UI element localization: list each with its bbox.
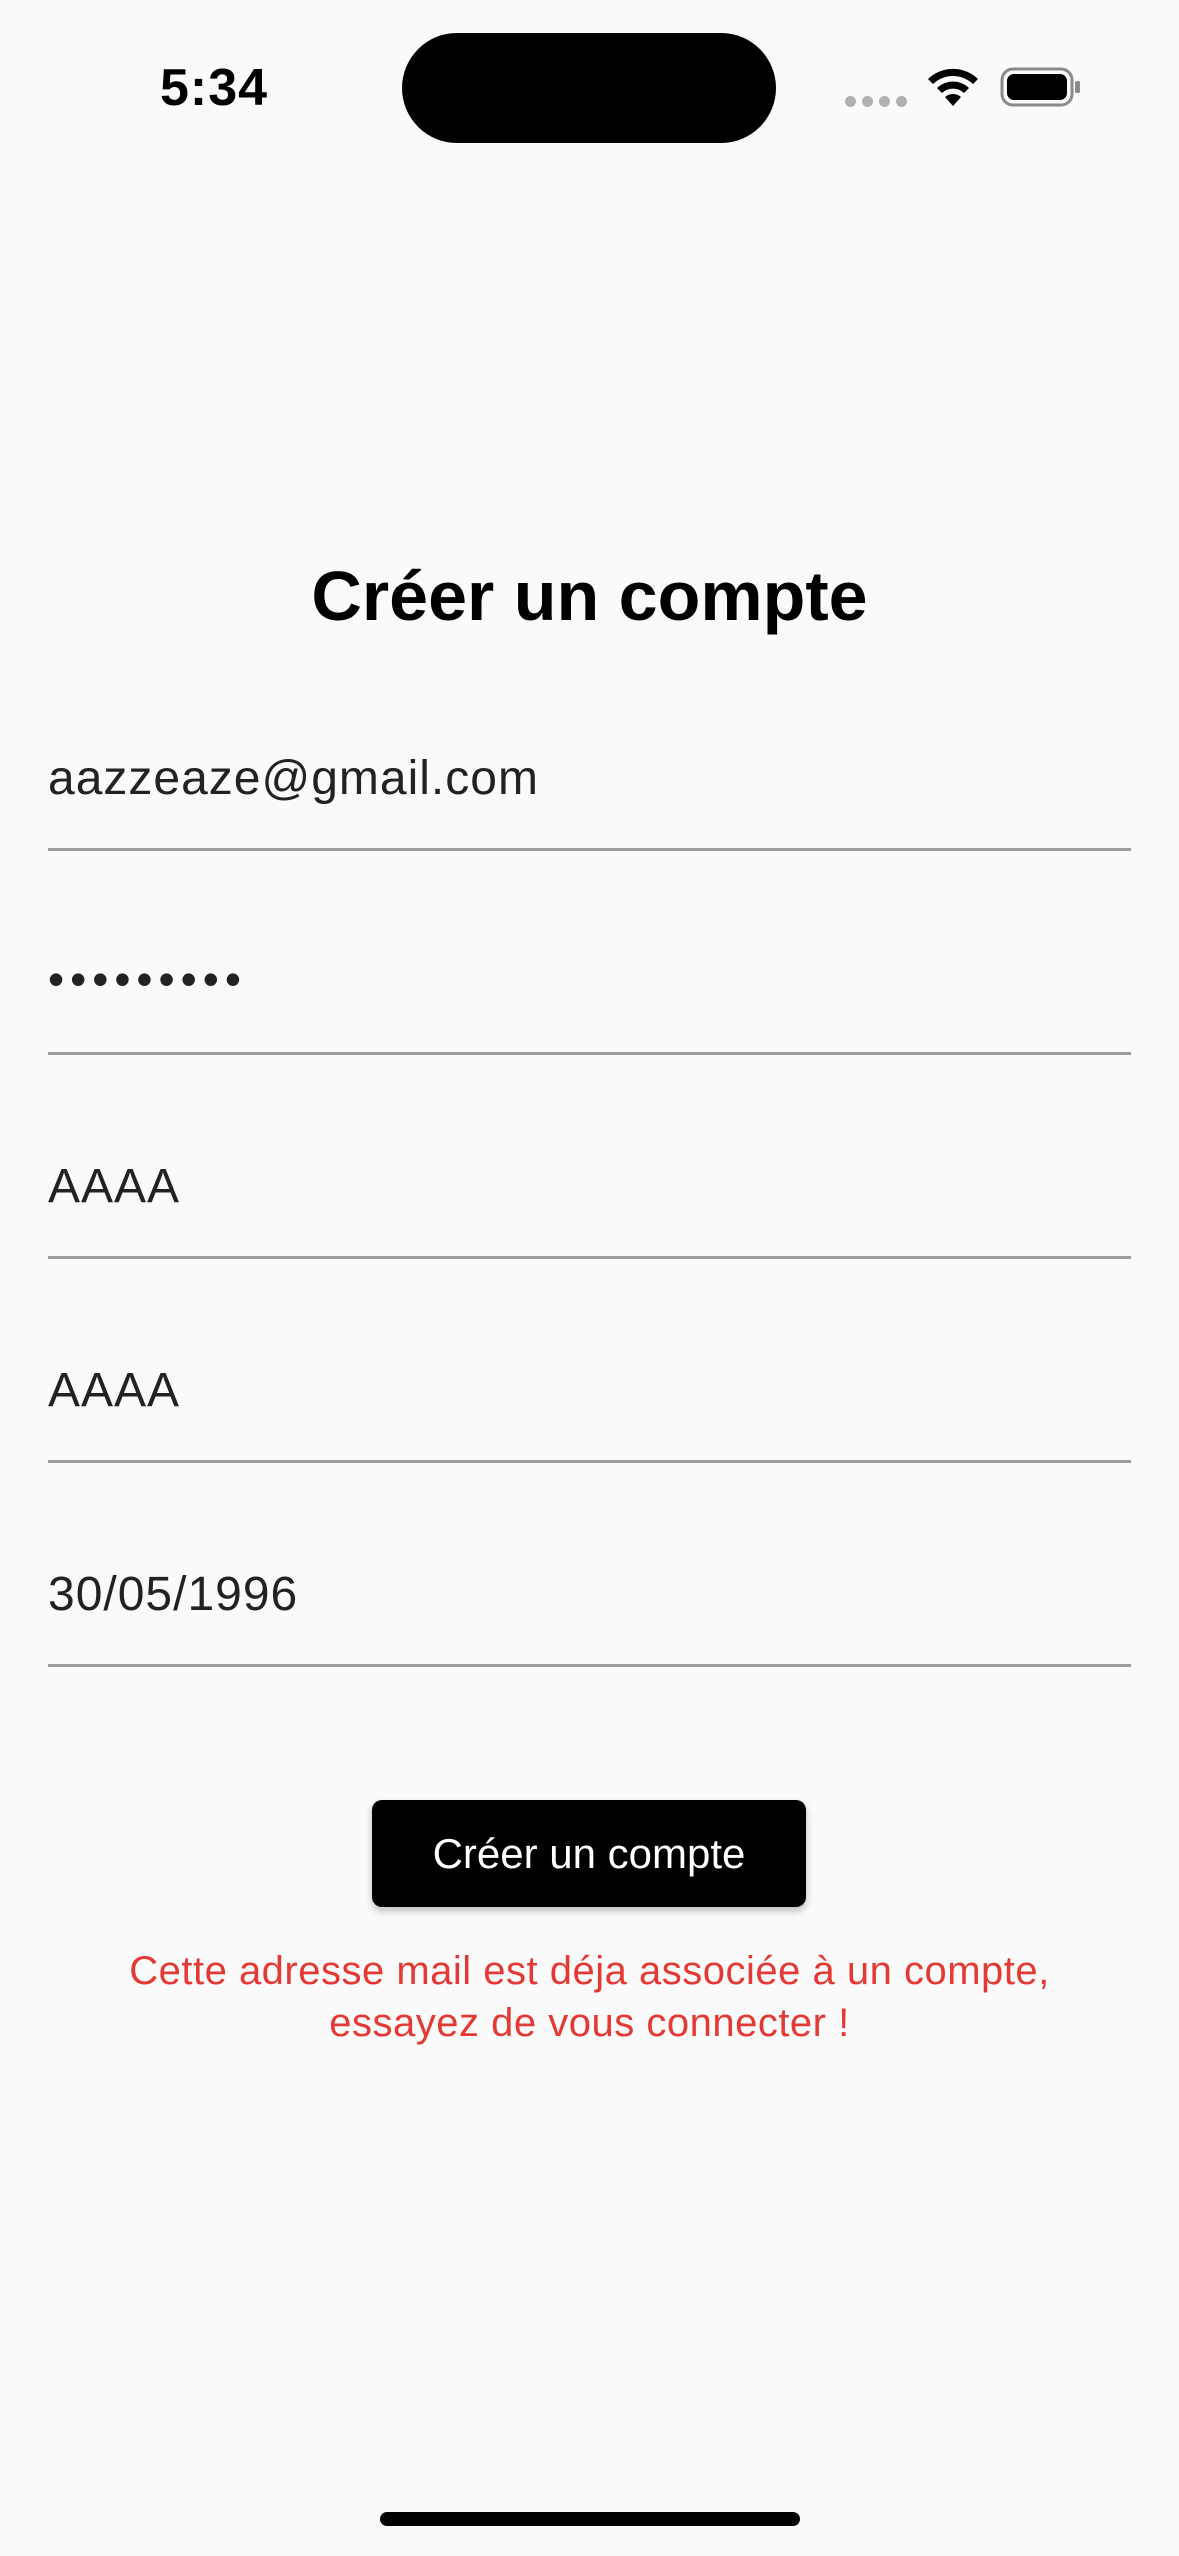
page-title: Créer un compte	[311, 557, 868, 635]
dynamic-island	[402, 33, 776, 143]
last-name-field[interactable]: AAAA	[48, 1086, 1131, 1259]
battery-icon	[1000, 67, 1080, 107]
create-account-button[interactable]: Créer un compte	[372, 1800, 806, 1907]
email-field[interactable]: aazzeaze@gmail.com	[48, 678, 1131, 851]
cellular-signal-icon	[845, 96, 907, 107]
error-message: Cette adresse mail est déja associée à u…	[129, 1949, 1050, 2045]
last-name-field-value: AAAA	[48, 1160, 181, 1213]
password-field-value: •••••••••	[48, 953, 247, 1005]
first-name-field[interactable]: AAAA	[48, 1290, 1131, 1463]
email-field-value: aazzeaze@gmail.com	[48, 752, 539, 805]
birthdate-field-value: 30/05/1996	[48, 1568, 299, 1621]
home-indicator[interactable]	[380, 2512, 800, 2526]
password-field[interactable]: •••••••••	[48, 882, 1131, 1055]
birthdate-field[interactable]: 30/05/1996	[48, 1494, 1131, 1667]
wifi-icon	[928, 68, 978, 106]
first-name-field-value: AAAA	[48, 1364, 181, 1417]
status-time: 5:34	[160, 59, 269, 117]
